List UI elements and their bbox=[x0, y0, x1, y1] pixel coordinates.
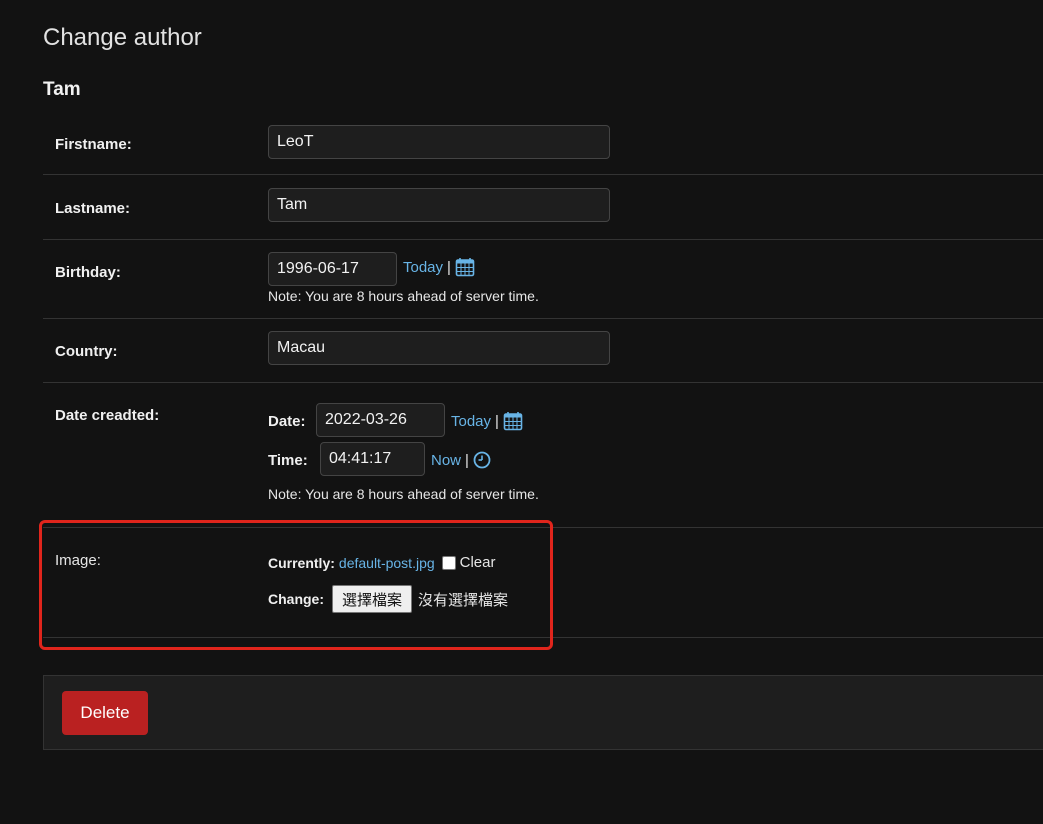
birthday-shortcuts: Today | bbox=[403, 257, 475, 277]
page-title: Change author bbox=[43, 24, 202, 51]
date-label: Date: bbox=[268, 413, 306, 430]
date-separator: | bbox=[495, 412, 499, 430]
time-now-link[interactable]: Now bbox=[431, 452, 461, 469]
time-shortcuts: Now | bbox=[431, 451, 491, 469]
date-created-label: Date creadted: bbox=[55, 407, 160, 424]
currently-label: Currently: bbox=[268, 554, 335, 571]
calendar-icon[interactable] bbox=[455, 257, 475, 277]
form-row-lastname: Lastname: bbox=[43, 175, 1043, 240]
form-row-date-created: Date creadted: Date: Today | Tim bbox=[43, 383, 1043, 528]
delete-button[interactable]: Delete bbox=[62, 691, 148, 735]
form-row-country: Country: bbox=[43, 319, 1043, 383]
date-shortcuts: Today | bbox=[451, 411, 523, 431]
country-label: Country: bbox=[55, 343, 118, 360]
lastname-label: Lastname: bbox=[55, 200, 131, 217]
firstname-label: Firstname: bbox=[55, 136, 132, 153]
date-today-link[interactable]: Today bbox=[451, 413, 491, 430]
clear-label: Clear bbox=[459, 554, 496, 571]
image-current-row: Currently: default-post.jpg Clear bbox=[268, 554, 496, 571]
object-name-heading: Tam bbox=[43, 79, 81, 100]
change-label: Change: bbox=[268, 591, 324, 607]
calendar-icon[interactable] bbox=[503, 411, 523, 431]
current-file-link[interactable]: default-post.jpg bbox=[339, 555, 435, 571]
form-row-image: Image: Currently: default-post.jpg Clear… bbox=[43, 528, 1043, 638]
choose-file-button[interactable]: 選擇檔案 bbox=[332, 585, 413, 613]
form-row-birthday: Birthday: Today | Note: You are 8 hour bbox=[43, 240, 1043, 319]
time-label: Time: bbox=[268, 452, 308, 469]
submit-row: Delete bbox=[43, 675, 1043, 750]
change-author-page: Change author Tam Firstname: Lastname: B… bbox=[0, 0, 1043, 824]
birthday-input[interactable] bbox=[268, 252, 397, 286]
image-label: Image: bbox=[55, 552, 101, 569]
firstname-input[interactable] bbox=[268, 125, 610, 159]
form-row-firstname: Firstname: bbox=[43, 112, 1043, 175]
date-created-timezone-note: Note: You are 8 hours ahead of server ti… bbox=[268, 486, 539, 502]
birthday-label: Birthday: bbox=[55, 264, 121, 281]
country-input[interactable] bbox=[268, 331, 610, 365]
time-separator: | bbox=[465, 451, 469, 469]
birthday-today-link[interactable]: Today bbox=[403, 259, 443, 276]
time-input[interactable] bbox=[320, 442, 425, 476]
date-input[interactable] bbox=[316, 403, 445, 437]
image-change-row: Change: 選擇檔案 沒有選擇檔案 bbox=[268, 585, 508, 613]
birthday-timezone-note: Note: You are 8 hours ahead of server ti… bbox=[268, 288, 539, 304]
no-file-chosen-text: 沒有選擇檔案 bbox=[418, 590, 509, 609]
clear-checkbox[interactable] bbox=[441, 555, 456, 570]
lastname-input[interactable] bbox=[268, 188, 610, 222]
birthday-separator: | bbox=[447, 258, 451, 276]
clock-icon[interactable] bbox=[473, 451, 491, 469]
